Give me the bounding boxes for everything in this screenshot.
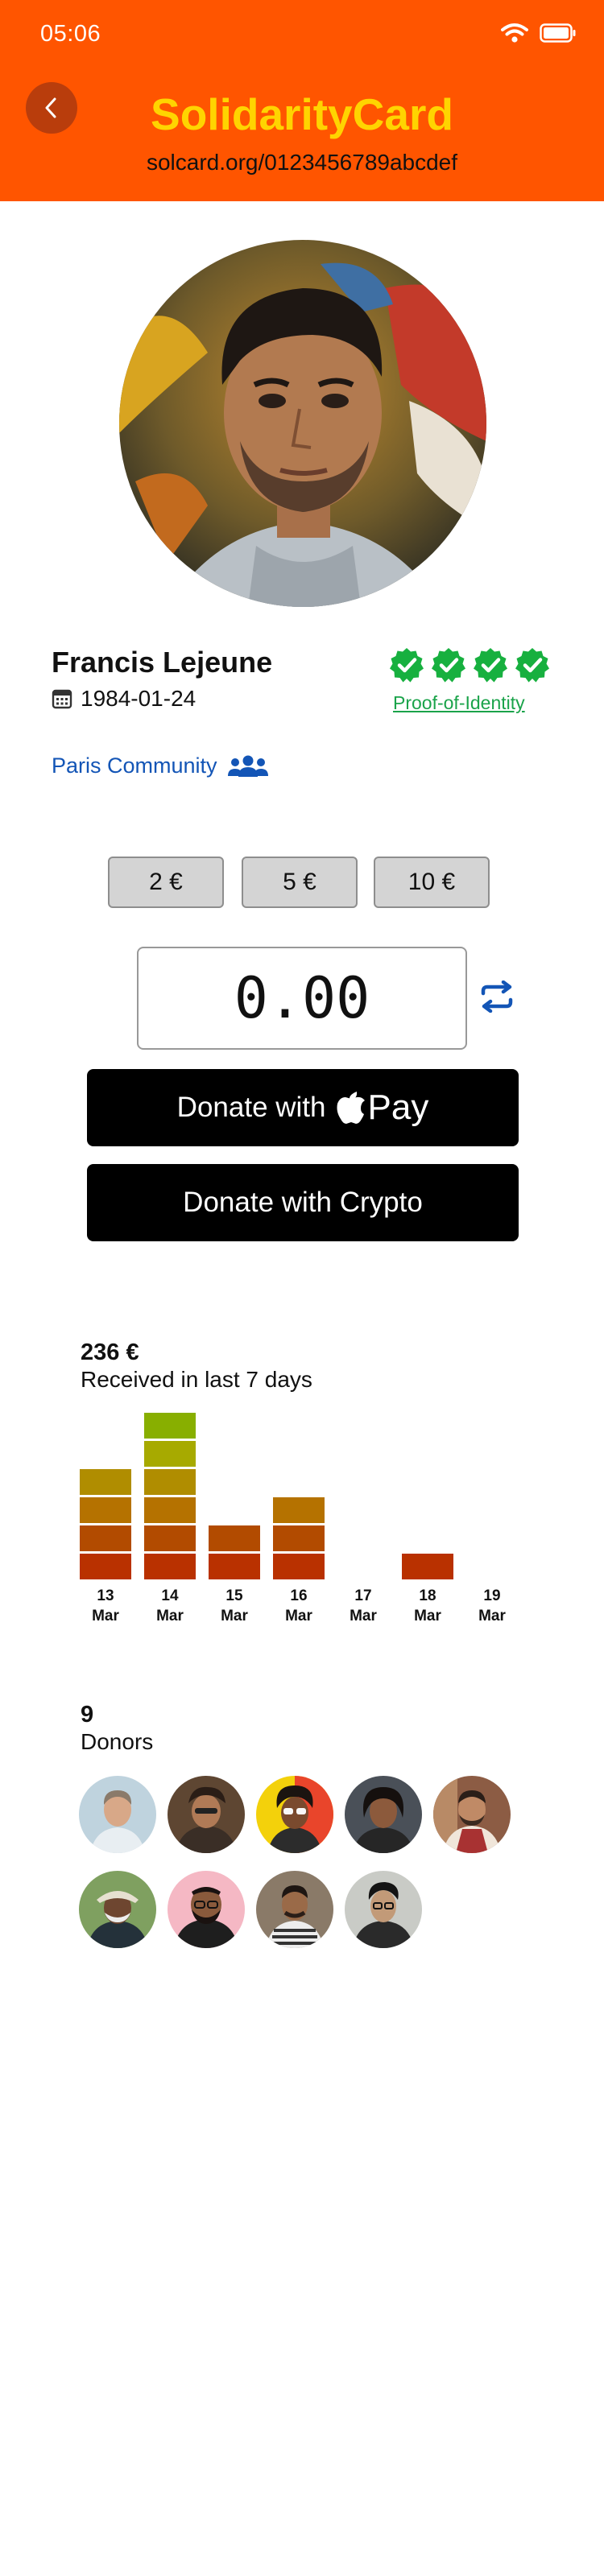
x-tick-label: 19 Mar [478, 1587, 506, 1624]
verified-badge-icon [390, 648, 424, 683]
donor-avatar[interactable] [79, 1776, 156, 1853]
bar-segment [80, 1497, 131, 1523]
proof-of-identity-link[interactable]: Proof-of-Identity [393, 692, 525, 714]
verified-badge-icon [474, 648, 507, 683]
x-tick-label: 17 Mar [350, 1587, 377, 1624]
bar-segment [144, 1525, 196, 1551]
bar-segment [80, 1554, 131, 1579]
community-link[interactable]: Paris Community [52, 753, 269, 778]
profile-photo [119, 240, 486, 607]
app-title: SolidarityCard [151, 89, 453, 139]
apple-logo-icon [337, 1092, 365, 1124]
donor-avatar[interactable] [168, 1871, 245, 1948]
currency-swap-button[interactable] [478, 980, 515, 1017]
community-name: Paris Community [52, 753, 217, 778]
received-total: 236 € [81, 1340, 139, 1365]
amount-input[interactable]: 0.00 [137, 947, 467, 1050]
verified-badge-icon [432, 648, 465, 683]
calendar-icon [52, 689, 72, 709]
bar-segment [144, 1413, 196, 1439]
bar-segment [209, 1554, 260, 1579]
bar-segment [80, 1469, 131, 1495]
bar-segment [273, 1525, 325, 1551]
dob-row: 1984-01-24 [52, 686, 196, 712]
status-time: 05:06 [40, 21, 101, 47]
donations-bar-chart: 13 Mar 14 Mar 15 Mar 16 Mar 17 Mar 18 Mar 19 Ma… [77, 1401, 528, 1634]
x-tick-label: 18 Mar [414, 1587, 441, 1624]
bar-segment [144, 1497, 196, 1523]
status-icons [501, 23, 577, 43]
donor-avatar[interactable] [256, 1776, 333, 1853]
apple-pay-prefix: Donate with [176, 1092, 326, 1123]
donations-chart-svg [80, 1413, 453, 1579]
x-tick-label: 13 Mar [92, 1587, 119, 1624]
swap-arrows-icon [481, 980, 513, 1013]
apple-pay-donate-button[interactable]: Donate with Pay [87, 1069, 519, 1146]
x-tick-label: 14 Mar [156, 1587, 184, 1624]
battery-icon [540, 23, 576, 43]
received-total-label: Received in last 7 days [81, 1367, 312, 1392]
profile-name: Francis Lejeune [52, 646, 273, 679]
donor-avatar[interactable] [79, 1871, 156, 1948]
verified-badge-icon [515, 648, 549, 683]
donor-avatar[interactable] [345, 1871, 422, 1948]
apple-pay-brand: Pay [367, 1088, 429, 1127]
x-tick-label: 16 Mar [285, 1587, 312, 1624]
donor-avatar[interactable] [433, 1776, 511, 1853]
users-group-icon [227, 755, 268, 777]
bar-segment [273, 1497, 325, 1523]
donor-avatar[interactable] [345, 1776, 422, 1853]
bar-segment [402, 1554, 453, 1579]
crypto-donate-button[interactable]: Donate with Crypto [87, 1164, 519, 1241]
bar-segment [80, 1525, 131, 1551]
preset-10-button[interactable]: 10 € [374, 857, 490, 908]
donor-avatar[interactable] [256, 1871, 333, 1948]
bar-segment [144, 1469, 196, 1495]
bar-segment [273, 1554, 325, 1579]
x-tick-label: 15 Mar [221, 1587, 248, 1624]
donor-avatar[interactable] [168, 1776, 245, 1853]
card-url[interactable]: solcard.org/0123456789abcdef [0, 150, 604, 175]
donor-count: 9 [81, 1702, 94, 1728]
date-of-birth: 1984-01-24 [81, 686, 197, 711]
bar-segment [144, 1441, 196, 1467]
preset-2-button[interactable]: 2 € [108, 857, 224, 908]
bar-segment [144, 1554, 196, 1579]
wifi-icon [501, 23, 528, 43]
app-header: 05:06 SolidarityCard solcard.org/0123456… [0, 0, 604, 201]
bar-segment [209, 1525, 260, 1551]
donors-label: Donors [81, 1729, 154, 1754]
verification-badges [388, 646, 551, 683]
preset-5-button[interactable]: 5 € [242, 857, 358, 908]
